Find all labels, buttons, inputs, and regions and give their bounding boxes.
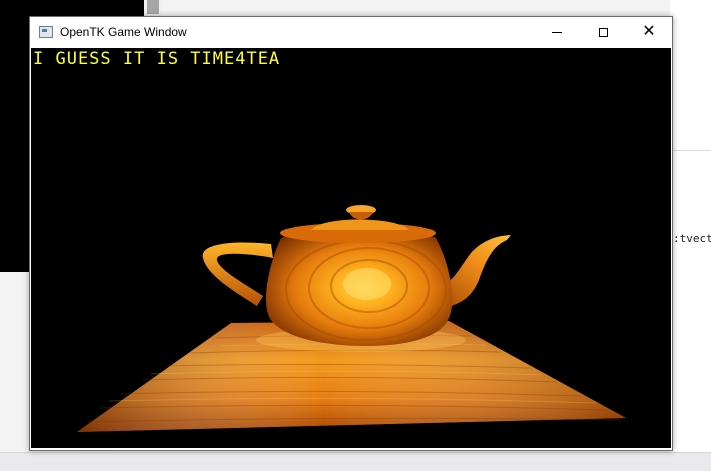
scrollbar-thumb[interactable] xyxy=(147,0,159,14)
close-icon: ✕ xyxy=(642,23,656,40)
title-bar[interactable]: OpenTK Game Window ✕ xyxy=(30,17,672,47)
background-editor-window: :tvecto xyxy=(670,0,711,455)
taskbar xyxy=(0,452,711,471)
editor-divider xyxy=(670,150,711,151)
minimize-button[interactable] xyxy=(534,17,580,47)
maximize-button[interactable] xyxy=(580,17,626,47)
window-title: OpenTK Game Window xyxy=(60,25,187,39)
overlay-text: I GUESS IT IS TIME4TEA xyxy=(33,49,281,69)
minimize-icon xyxy=(552,31,562,33)
app-icon xyxy=(39,26,53,38)
maximize-icon xyxy=(598,27,608,37)
render-viewport[interactable]: I GUESS IT IS TIME4TEA xyxy=(31,48,671,448)
close-button[interactable]: ✕ xyxy=(626,17,672,47)
teapot-scene xyxy=(77,205,626,432)
game-window: OpenTK Game Window ✕ I GUESS IT IS TIME4… xyxy=(29,16,673,451)
editor-code-snippet: :tvecto xyxy=(673,232,711,245)
